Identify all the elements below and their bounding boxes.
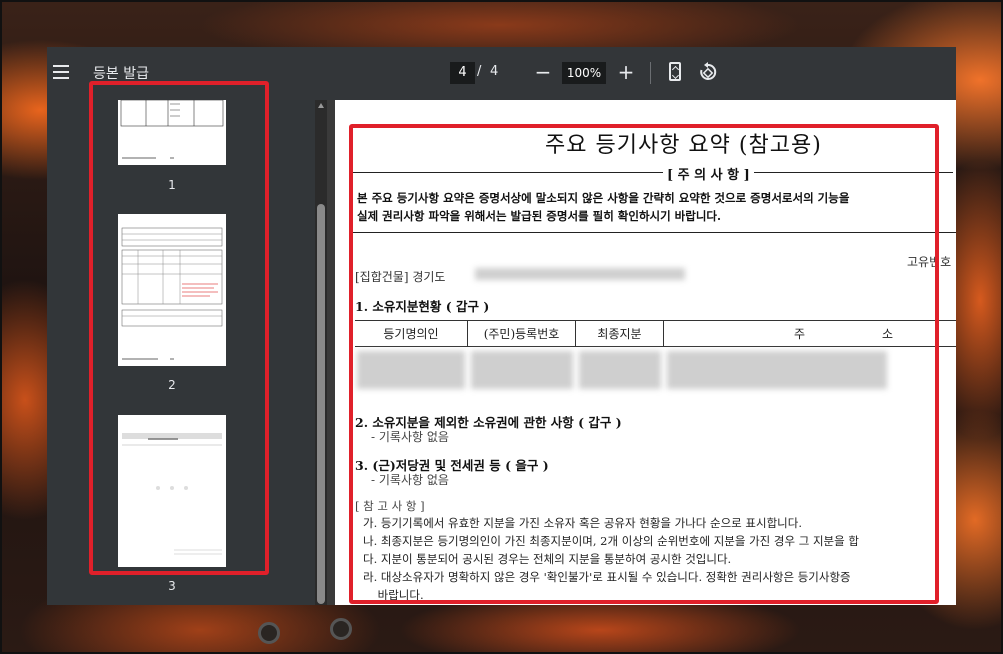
ownership-table: 등기명의인 (주민)등록번호 최종지분 주 소 — [355, 320, 956, 392]
page-thumbnail-label-2: 2 — [168, 378, 176, 392]
section-3-note: - 기록사항 없음 — [371, 473, 449, 487]
page-separator: / — [477, 64, 482, 79]
current-page-input[interactable]: 4 — [450, 62, 475, 84]
section-1-title: 1. 소유지분현황 ( 갑구 ) — [355, 299, 490, 314]
warning-text: 본 주요 등기사항 요약은 증명서상에 말소되지 않은 사항을 간략히 요약한 … — [357, 189, 849, 225]
fit-to-page-icon[interactable] — [669, 62, 681, 81]
sidebar-scroll-thumb[interactable] — [317, 204, 325, 604]
scroll-up-arrow-icon[interactable] — [318, 103, 324, 108]
table-header-address-2: 소 — [882, 327, 894, 341]
unique-number-label: 고유번호 — [907, 255, 952, 269]
viewer-toolbar: 등본 발급 4 / 4 − 100% + — [47, 47, 956, 100]
document-title: 등본 발급 — [93, 66, 149, 82]
rotate-icon[interactable] — [698, 62, 718, 82]
pdf-viewer-window: 등본 발급 4 / 4 − 100% + 1 2 3 주요 등기사항 요약 (참… — [47, 47, 956, 605]
building-label: [집합건물] 경기도 — [355, 270, 446, 284]
section-2-note: - 기록사항 없음 — [371, 430, 449, 444]
thumbnail-content — [122, 433, 222, 555]
document-gutter — [327, 100, 335, 605]
redacted-cell — [471, 351, 573, 389]
table-header-share: 최종지분 — [576, 321, 664, 347]
page-thumbnail-3[interactable] — [118, 415, 226, 567]
thumbnail-sidebar: 1 2 3 — [47, 100, 327, 605]
toolbar-divider — [650, 62, 651, 84]
redacted-cell — [667, 351, 887, 389]
page-thumbnail-1[interactable] — [118, 100, 226, 165]
thumbnail-content — [121, 227, 223, 360]
background-bolt — [258, 622, 280, 644]
redacted-cell — [357, 351, 465, 389]
reference-item: 바랍니다. — [363, 588, 424, 602]
page-thumbnail-2[interactable] — [118, 214, 226, 366]
warning-line-2: 실제 권리사항 파악을 위해서는 발급된 증명서를 필히 확인하시기 바랍니다. — [357, 209, 722, 223]
page-heading: 주요 등기사항 요약 (참고용) — [545, 133, 822, 158]
page-thumbnail-label-3: 3 — [168, 579, 176, 593]
document-view: 주요 등기사항 요약 (참고용) [ 주 의 사 항 ] 본 주요 등기사항 요… — [327, 100, 956, 605]
thumbnail-content — [120, 100, 224, 159]
redacted-cell — [579, 351, 661, 389]
warning-header: [ 주 의 사 항 ] — [663, 164, 754, 183]
reference-item: 나. 최종지분은 등기명의인이 가진 최종지분이며, 2개 이상의 순위번호에 … — [363, 534, 859, 548]
table-header-owner: 등기명의인 — [355, 321, 468, 347]
reference-item: 가. 등기기록에서 유효한 지분을 가진 소유자 혹은 공유자 현황을 가나다 … — [363, 516, 802, 530]
table-header-address: 주 소 — [664, 321, 956, 347]
reference-item: 라. 대상소유자가 명확하지 않은 경우 '확인불가'로 표시될 수 있습니다.… — [363, 570, 851, 584]
table-header-address-1: 주 — [794, 327, 806, 341]
divider — [353, 172, 953, 173]
table-header-id: (주민)등록번호 — [468, 321, 576, 347]
zoom-level-input[interactable]: 100% — [562, 62, 606, 84]
menu-icon[interactable] — [53, 65, 69, 79]
background-bolt — [330, 618, 352, 640]
zoom-out-button[interactable]: − — [534, 60, 552, 84]
reference-item: 다. 지분이 통분되어 공시된 경우는 전체의 지분을 통분하여 공시한 것입니… — [363, 552, 732, 566]
sidebar-scrollbar[interactable] — [315, 100, 327, 605]
divider — [353, 232, 956, 233]
total-pages: 4 — [490, 64, 499, 79]
warning-line-1: 본 주요 등기사항 요약은 증명서상에 말소되지 않은 사항을 간략히 요약한 … — [357, 191, 850, 205]
zoom-in-button[interactable]: + — [617, 60, 635, 84]
reference-header: [ 참 고 사 항 ] — [355, 499, 425, 513]
redacted-address — [475, 268, 685, 280]
document-page: 주요 등기사항 요약 (참고용) [ 주 의 사 항 ] 본 주요 등기사항 요… — [335, 100, 956, 605]
page-thumbnail-label-1: 1 — [168, 178, 176, 192]
